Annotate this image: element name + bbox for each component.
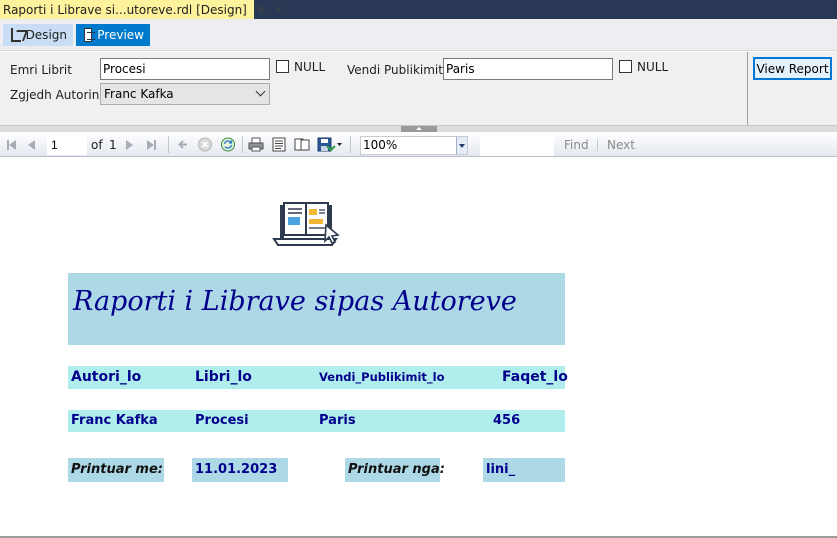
zoom-select[interactable]: 100%	[360, 136, 468, 155]
vendi-publikimit-null-checkbox[interactable]	[619, 60, 632, 73]
header-vendi-publikimit: Vendi_Publikimit_lo	[319, 370, 445, 384]
emri-librit-input[interactable]: Procesi	[100, 58, 270, 80]
cell-autori: Franc Kafka	[71, 413, 158, 428]
chevron-down-icon	[255, 86, 266, 97]
view-switch-bar: Design Preview	[0, 19, 837, 51]
export-icon[interactable]	[317, 137, 343, 152]
preview-tab-label: Preview	[97, 28, 144, 42]
previous-page-icon[interactable]	[25, 137, 37, 152]
first-page-icon[interactable]	[4, 137, 18, 152]
current-page-input[interactable]	[47, 135, 87, 155]
toolbar-separator	[597, 139, 598, 151]
printed-by-label: Printuar nga:	[348, 462, 445, 477]
preview-tab[interactable]: Preview	[76, 24, 150, 46]
vendi-publikimit-label: Vendi Publikimit	[347, 63, 443, 77]
zgjedh-autorin-label: Zgjedh Autorin	[10, 88, 100, 102]
document-tab[interactable]: Raporti i Librave si...utoreve.rdl [Desi…	[0, 0, 283, 19]
pin-icon[interactable]: ⊕	[257, 4, 265, 15]
find-link[interactable]: Find	[564, 138, 589, 152]
vendi-publikimit-null-label: NULL	[637, 60, 669, 74]
emri-librit-null-label: NULL	[294, 60, 326, 74]
printed-by-value: lini_	[486, 462, 516, 477]
zoom-value: 100%	[363, 138, 398, 152]
back-icon[interactable]	[175, 137, 191, 152]
parameters-divider	[747, 52, 748, 125]
toolbar-separator	[350, 136, 351, 153]
toolbar-separator	[242, 136, 243, 153]
cell-vendi: Paris	[319, 413, 356, 428]
page-setup-icon[interactable]	[294, 137, 310, 152]
last-page-icon[interactable]	[144, 137, 158, 152]
refresh-icon[interactable]	[220, 137, 236, 152]
report-title: Raporti i Librave sipas Autoreve	[73, 286, 517, 317]
chevron-down-icon	[456, 137, 467, 154]
print-layout-icon[interactable]	[271, 137, 287, 152]
document-tab-strip: Raporti i Librave si...utoreve.rdl [Desi…	[0, 0, 837, 19]
stop-icon[interactable]	[197, 137, 213, 152]
emri-librit-label: Emri Librit	[10, 63, 72, 77]
find-input[interactable]	[480, 136, 554, 156]
header-autori: Autori_lo	[71, 369, 142, 385]
header-faqet: Faqet_lo	[502, 369, 568, 385]
of-label: of	[91, 138, 103, 152]
design-icon	[11, 28, 21, 42]
vendi-publikimit-input[interactable]: Paris	[443, 58, 613, 80]
header-libri: Libri_lo	[195, 369, 252, 385]
view-report-button[interactable]: View Report	[753, 57, 832, 80]
emri-librit-null-checkbox[interactable]	[276, 60, 289, 73]
total-pages: 1	[109, 138, 117, 152]
print-icon[interactable]	[248, 137, 264, 152]
document-tab-title: Raporti i Librave si...utoreve.rdl [Desi…	[3, 2, 247, 17]
next-link[interactable]: Next	[607, 138, 635, 152]
design-tab-label: Design	[25, 28, 67, 42]
close-icon[interactable]: ×	[274, 3, 283, 16]
preview-icon	[84, 28, 96, 42]
design-tab[interactable]: Design	[3, 24, 73, 46]
printed-on-value: 11.01.2023	[195, 462, 278, 477]
next-page-icon[interactable]	[123, 137, 135, 152]
printed-on-label: Printuar me:	[71, 462, 163, 477]
zgjedh-autorin-select[interactable]: Franc Kafka	[100, 83, 270, 105]
table-header-row	[68, 366, 565, 389]
cell-faqet: 456	[493, 413, 521, 428]
toolbar-separator	[168, 136, 169, 153]
zgjedh-autorin-value: Franc Kafka	[104, 87, 174, 101]
cell-libri: Procesi	[195, 413, 249, 428]
book-laptop-logo-icon	[270, 197, 340, 249]
